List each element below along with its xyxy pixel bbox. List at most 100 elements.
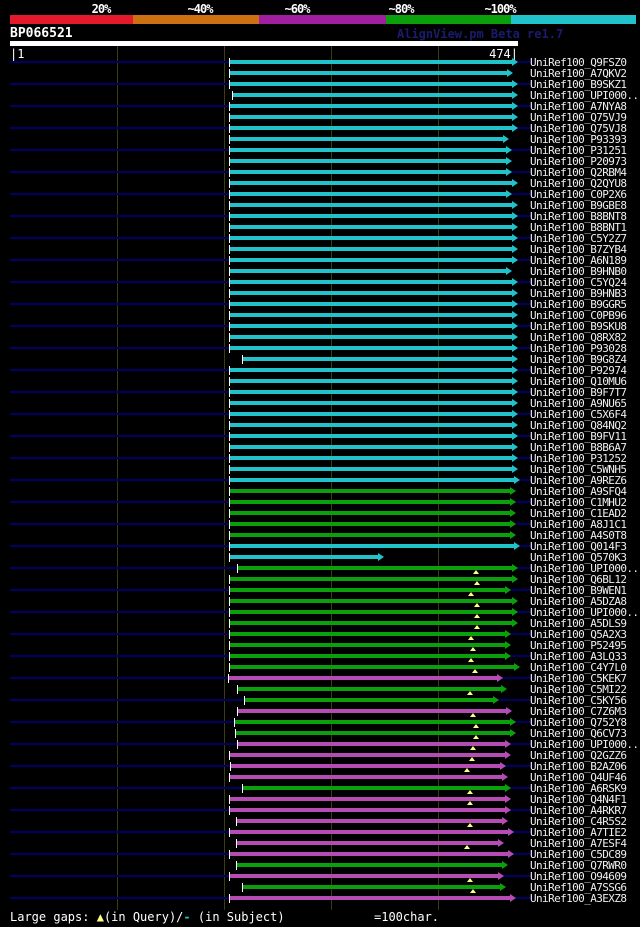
hit-bar[interactable] [237, 863, 502, 867]
hit-bar[interactable] [230, 324, 512, 328]
hit-bar[interactable] [230, 148, 506, 152]
hit-bar[interactable] [230, 830, 508, 834]
hit-arrowhead-icon [514, 476, 520, 484]
hit-arrowhead-icon [512, 344, 518, 352]
hit-bar[interactable] [230, 423, 512, 427]
hit-bar[interactable] [230, 577, 512, 581]
hit-bar[interactable] [230, 775, 502, 779]
gap-triangle-icon [467, 691, 473, 695]
hit-bar[interactable] [230, 236, 512, 240]
hit-bar[interactable] [245, 698, 493, 702]
hit-bar[interactable] [230, 522, 510, 526]
hit-bar[interactable] [230, 852, 508, 856]
hit-start-tick [229, 256, 230, 265]
hit-bar[interactable] [230, 181, 512, 185]
hit-bar[interactable] [230, 588, 505, 592]
hit-start-tick [229, 630, 230, 639]
hit-bar[interactable] [230, 280, 512, 284]
hit-bar[interactable] [230, 60, 512, 64]
hit-bar[interactable] [230, 269, 506, 273]
hit-arrowhead-icon [512, 80, 518, 88]
hit-bar[interactable] [230, 643, 505, 647]
gap-triangle-icon [474, 581, 480, 585]
hit-bar[interactable] [230, 489, 510, 493]
hit-bar[interactable] [230, 346, 512, 350]
hit-bar[interactable] [230, 555, 378, 559]
hit-start-tick [229, 454, 230, 463]
hit-bar[interactable] [230, 258, 512, 262]
hit-bar[interactable] [230, 874, 498, 878]
hit-start-tick [229, 124, 230, 133]
hit-start-tick [236, 861, 237, 870]
hit-bar[interactable] [230, 500, 510, 504]
gap-triangle-icon [474, 625, 480, 629]
gap-subject-text: (in Subject) [190, 910, 285, 924]
hit-bar[interactable] [230, 544, 514, 548]
hit-bar[interactable] [238, 566, 512, 570]
hit-bar[interactable] [230, 434, 512, 438]
hit-bar[interactable] [238, 687, 501, 691]
hit-bar[interactable] [243, 885, 500, 889]
hit-bar[interactable] [238, 742, 505, 746]
hit-bar[interactable] [230, 808, 505, 812]
hit-arrowhead-icon [512, 201, 518, 209]
hit-bar[interactable] [233, 93, 512, 97]
hit-bar[interactable] [230, 214, 512, 218]
hit-bar[interactable] [230, 412, 512, 416]
hit-bar[interactable] [230, 379, 512, 383]
hit-bar[interactable] [230, 533, 510, 537]
hit-arrowhead-icon [505, 795, 511, 803]
hit-bar[interactable] [230, 445, 512, 449]
hit-bar[interactable] [230, 247, 512, 251]
hit-start-tick [229, 267, 230, 276]
hit-bar[interactable] [230, 159, 506, 163]
hit-bar[interactable] [235, 720, 510, 724]
hit-bar[interactable] [230, 192, 506, 196]
hit-bar[interactable] [230, 456, 512, 460]
hit-start-tick [229, 498, 230, 507]
hit-start-tick [229, 421, 230, 430]
hit-arrowhead-icon [505, 652, 511, 660]
hit-bar[interactable] [230, 170, 506, 174]
hit-label[interactable]: UniRef100_A3EXZ8 [530, 893, 627, 904]
hit-bar[interactable] [230, 335, 512, 339]
hit-bar[interactable] [230, 291, 512, 295]
hit-bar[interactable] [230, 753, 505, 757]
gap-triangle-icon [464, 845, 470, 849]
hit-bar[interactable] [230, 71, 507, 75]
hit-bar[interactable] [230, 478, 514, 482]
hit-start-tick [229, 300, 230, 309]
hit-bar[interactable] [230, 632, 505, 636]
hit-bar[interactable] [243, 786, 505, 790]
hit-bar[interactable] [230, 104, 512, 108]
hit-bar[interactable] [230, 137, 503, 141]
hit-bar[interactable] [236, 731, 510, 735]
hit-bar[interactable] [237, 841, 498, 845]
hit-start-tick [229, 234, 230, 243]
hit-bar[interactable] [231, 764, 500, 768]
hit-bar[interactable] [230, 225, 512, 229]
hit-bar[interactable] [230, 467, 512, 471]
hit-bar[interactable] [230, 599, 512, 603]
hit-bar[interactable] [230, 511, 510, 515]
hit-bar[interactable] [237, 819, 502, 823]
hit-bar[interactable] [229, 676, 497, 680]
hit-bar[interactable] [230, 313, 512, 317]
hit-bar[interactable] [230, 401, 512, 405]
hit-bar[interactable] [230, 302, 512, 306]
hit-bar[interactable] [230, 368, 512, 372]
hit-bar[interactable] [230, 126, 512, 130]
hit-bar[interactable] [230, 203, 512, 207]
hit-bar[interactable] [230, 115, 512, 119]
hit-bar[interactable] [230, 82, 512, 86]
hit-bar[interactable] [230, 390, 512, 394]
hit-bar[interactable] [230, 797, 505, 801]
hit-bar[interactable] [230, 621, 512, 625]
hit-bar[interactable] [230, 610, 512, 614]
hit-arrowhead-icon [378, 553, 384, 561]
hit-bar[interactable] [230, 896, 510, 900]
hit-arrowhead-icon [510, 498, 516, 506]
hit-bar[interactable] [238, 709, 506, 713]
hit-bar[interactable] [230, 654, 505, 658]
hit-bar[interactable] [243, 357, 512, 361]
